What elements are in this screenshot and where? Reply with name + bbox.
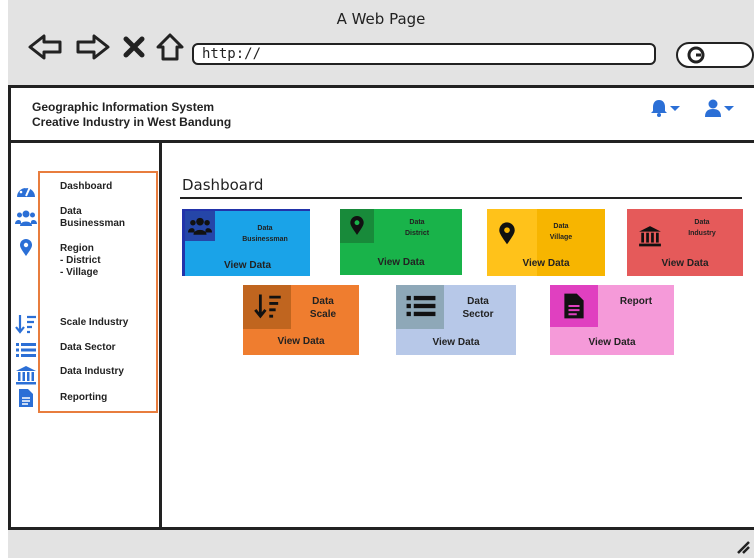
sidebar-item-data-sector[interactable]: Data Sector — [60, 342, 116, 354]
card-label: Data Industry — [688, 219, 716, 237]
arrow-left-icon — [28, 34, 62, 60]
bank-icon — [637, 223, 663, 249]
card-data-sector[interactable]: Data Sector View Data — [396, 285, 516, 355]
list-icon[interactable] — [14, 340, 38, 360]
card-data-district[interactable]: Data District View Data — [340, 209, 462, 275]
header-divider — [8, 140, 754, 143]
sidebar-item-region[interactable]: Region - District - Village — [60, 243, 101, 279]
map-pin-icon — [346, 215, 368, 237]
arrow-right-icon — [76, 34, 110, 60]
list-icon — [404, 291, 438, 321]
user-menu-button[interactable] — [703, 98, 735, 118]
card-label: Data Village — [549, 223, 573, 241]
view-data-link[interactable]: View Data — [550, 337, 674, 348]
card-data-scale[interactable]: Data Scale View Data — [243, 285, 359, 355]
bell-icon — [651, 100, 667, 117]
dashboard-icon[interactable] — [14, 180, 38, 200]
app-title: Geographic Information System Creative I… — [32, 100, 231, 130]
caret-down-icon — [724, 106, 734, 111]
close-icon — [123, 36, 145, 58]
status-bar — [8, 527, 754, 558]
browser-search-button[interactable] — [676, 42, 754, 68]
card-label: Data District — [404, 219, 430, 237]
sidebar-item-data-businessman[interactable]: Data Businessman — [60, 206, 125, 230]
app-title-line2: Creative Industry in West Bandung — [32, 115, 232, 129]
view-data-link[interactable]: View Data — [487, 258, 605, 269]
view-data-link[interactable]: View Data — [185, 260, 310, 271]
forward-button[interactable] — [74, 30, 112, 64]
sidebar-item-data-industry[interactable]: Data Industry — [60, 366, 124, 378]
card-label: Report — [619, 296, 653, 307]
page-title: Dashboard — [182, 176, 264, 194]
card-label: Data Sector — [462, 296, 494, 320]
file-icon — [560, 291, 588, 321]
card-data-village[interactable]: Data Village View Data — [487, 209, 605, 276]
notifications-button[interactable] — [649, 98, 681, 118]
card-label: Data Businessman — [242, 225, 288, 243]
search-icon — [687, 46, 705, 64]
view-data-link[interactable]: View Data — [243, 336, 359, 347]
user-icon — [705, 99, 721, 117]
card-report[interactable]: Report View Data — [550, 285, 674, 355]
users-icon — [187, 213, 213, 239]
map-pin-icon — [495, 221, 519, 247]
map-pin-icon[interactable] — [14, 238, 38, 258]
view-data-link[interactable]: View Data — [396, 337, 516, 348]
sidebar-divider — [159, 140, 162, 528]
stop-button[interactable] — [120, 30, 148, 64]
app-title-line1: Geographic Information System — [32, 100, 215, 114]
sidebar-item-reporting[interactable]: Reporting — [60, 392, 107, 404]
back-button[interactable] — [26, 30, 64, 64]
window-title: A Web Page — [336, 10, 426, 28]
card-label: Data Scale — [309, 296, 337, 320]
home-icon — [156, 33, 184, 61]
sort-icon[interactable] — [14, 314, 38, 334]
bank-icon[interactable] — [14, 365, 38, 385]
users-icon[interactable] — [14, 208, 38, 228]
title-underline — [180, 197, 742, 199]
view-data-link[interactable]: View Data — [340, 257, 462, 268]
caret-down-icon — [670, 106, 680, 111]
resize-grip-icon[interactable] — [734, 538, 750, 554]
sidebar-item-dashboard[interactable]: Dashboard — [60, 181, 112, 193]
address-bar[interactable]: http:// — [192, 43, 656, 65]
sort-icon — [253, 291, 283, 321]
card-data-businessman[interactable]: Data Businessman View Data — [182, 209, 310, 276]
home-button[interactable] — [154, 30, 186, 64]
file-icon[interactable] — [14, 388, 38, 408]
view-data-link[interactable]: View Data — [627, 258, 743, 269]
sidebar-item-scale-industry[interactable]: Scale Industry — [60, 317, 128, 329]
card-data-industry[interactable]: Data Industry View Data — [627, 209, 743, 276]
